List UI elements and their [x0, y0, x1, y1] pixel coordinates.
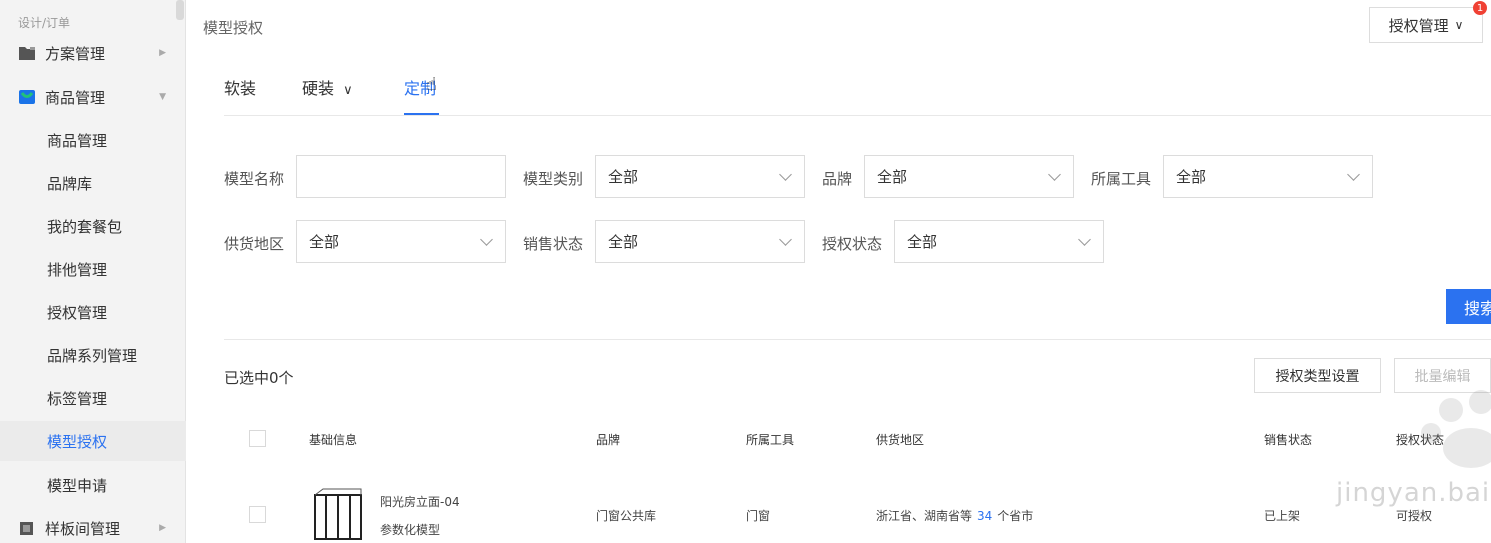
- page-title: 模型授权: [203, 19, 264, 37]
- model-type: 参数化模型: [380, 523, 441, 537]
- row-supply-region: 浙江省、湖南省等 34 个省市: [876, 507, 1033, 524]
- supply-region-label: 供货地区: [224, 235, 285, 253]
- brand-select[interactable]: 全部: [864, 155, 1074, 198]
- region-prefix: 浙江省、湖南省等: [876, 509, 973, 523]
- chevron-right-icon: ▶: [159, 523, 166, 533]
- column-header-tool: 所属工具: [746, 433, 795, 447]
- auth-status-label: 授权状态: [822, 235, 883, 253]
- sidebar-breadcrumb: 设计/订单: [18, 16, 71, 30]
- top-bar: [186, 0, 1491, 50]
- row-sale-status: 已上架: [1264, 509, 1301, 523]
- select-value: 全部: [877, 168, 908, 186]
- main-content: 模型授权 授权管理 ∨ 1 软装 硬装 ∨ 定制 ☝ 模型名称 模型类别 全部 …: [186, 0, 1491, 543]
- select-all-checkbox[interactable]: [249, 430, 266, 447]
- sidebar-item-auth-manage[interactable]: 授权管理: [0, 292, 186, 332]
- hand-cursor-icon: ☝: [426, 74, 437, 95]
- notification-badge: 1: [1473, 1, 1487, 15]
- row-checkbox[interactable]: [249, 506, 266, 523]
- watermark-text: jingyan.baidu.com: [1336, 478, 1491, 508]
- sidebar-item-tags[interactable]: 标签管理: [0, 378, 186, 418]
- sidebar-item-model-auth[interactable]: 模型授权: [0, 421, 186, 461]
- select-value: 全部: [907, 233, 938, 251]
- chevron-right-icon: ▶: [159, 48, 166, 58]
- auth-menu-label: 授权管理: [1388, 16, 1449, 35]
- folder-icon: [19, 47, 35, 60]
- window-model-thumbnail: [314, 488, 362, 540]
- search-button[interactable]: 搜索: [1446, 289, 1491, 324]
- brand-label: 品牌: [822, 170, 853, 188]
- supply-region-select[interactable]: 全部: [296, 220, 506, 263]
- chevron-down-icon: [1048, 168, 1061, 181]
- select-value: 全部: [608, 168, 639, 186]
- select-value: 全部: [608, 233, 639, 251]
- column-header-brand: 品牌: [596, 433, 621, 447]
- sale-status-label: 销售状态: [523, 235, 584, 253]
- sidebar-group-label: 方案管理: [45, 44, 106, 63]
- tab-label: 硬装: [302, 79, 335, 98]
- auth-menu-button[interactable]: 授权管理 ∨: [1369, 7, 1483, 43]
- sidebar-group-goods[interactable]: 商品管理 ▼: [0, 77, 186, 117]
- sidebar-item-brand-series[interactable]: 品牌系列管理: [0, 335, 186, 375]
- column-header-supply-region: 供货地区: [876, 433, 925, 447]
- category-tabs: 软装 硬装 ∨ 定制: [224, 50, 1491, 116]
- sidebar: 设计/订单 方案管理 ▶ 商品管理 ▼ 商品管理 品牌库 我的套餐包 排他管理 …: [0, 0, 186, 543]
- sidebar-group-scheme[interactable]: 方案管理 ▶: [0, 33, 186, 73]
- sidebar-group-showroom[interactable]: 样板间管理 ▶: [0, 508, 186, 543]
- column-header-basic-info: 基础信息: [309, 433, 358, 447]
- row-brand: 门窗公共库: [596, 509, 657, 523]
- select-value: 全部: [1176, 168, 1207, 186]
- model-name[interactable]: 阳光房立面-04: [380, 493, 460, 510]
- tab-hard[interactable]: 硬装 ∨: [302, 75, 353, 99]
- row-tool: 门窗: [746, 509, 771, 523]
- auth-status-select[interactable]: 全部: [894, 220, 1104, 263]
- tool-select[interactable]: 全部: [1163, 155, 1373, 198]
- sidebar-item-package[interactable]: 我的套餐包: [0, 206, 186, 246]
- sidebar-group-label: 商品管理: [45, 88, 106, 107]
- sidebar-item-exclusive[interactable]: 排他管理: [0, 249, 186, 289]
- chevron-down-icon: [779, 233, 792, 246]
- sidebar-scrollbar[interactable]: [176, 0, 184, 20]
- tab-soft[interactable]: 软装: [224, 75, 256, 99]
- model-name-label: 模型名称: [224, 170, 285, 188]
- sale-status-select[interactable]: 全部: [595, 220, 805, 263]
- cube-icon: [20, 522, 33, 535]
- column-header-sale-status: 销售状态: [1264, 433, 1313, 447]
- chevron-down-icon: ∨: [343, 83, 353, 98]
- select-value: 全部: [309, 233, 340, 251]
- divider: [224, 339, 1491, 340]
- sidebar-item-model-apply[interactable]: 模型申请: [0, 465, 186, 505]
- chevron-down-icon: [779, 168, 792, 181]
- model-category-label: 模型类别: [523, 170, 584, 188]
- chevron-down-icon: ▼: [159, 92, 166, 102]
- sidebar-item-brand-lib[interactable]: 品牌库: [0, 163, 186, 203]
- shopping-bag-icon: [19, 90, 35, 104]
- model-name-input[interactable]: [296, 155, 506, 198]
- chevron-down-icon: [1078, 233, 1091, 246]
- region-count-link[interactable]: 34: [977, 509, 992, 523]
- tool-label: 所属工具: [1091, 170, 1152, 188]
- model-category-select[interactable]: 全部: [595, 155, 805, 198]
- sidebar-item-goods-manage[interactable]: 商品管理: [0, 120, 186, 160]
- sidebar-group-label: 样板间管理: [45, 519, 121, 538]
- chevron-down-icon: [480, 233, 493, 246]
- region-suffix: 个省市: [997, 509, 1034, 523]
- selected-count: 已选中0个: [224, 369, 294, 387]
- chevron-down-icon: ∨: [1454, 18, 1464, 32]
- chevron-down-icon: [1347, 168, 1360, 181]
- tab-active-indicator: [404, 113, 439, 115]
